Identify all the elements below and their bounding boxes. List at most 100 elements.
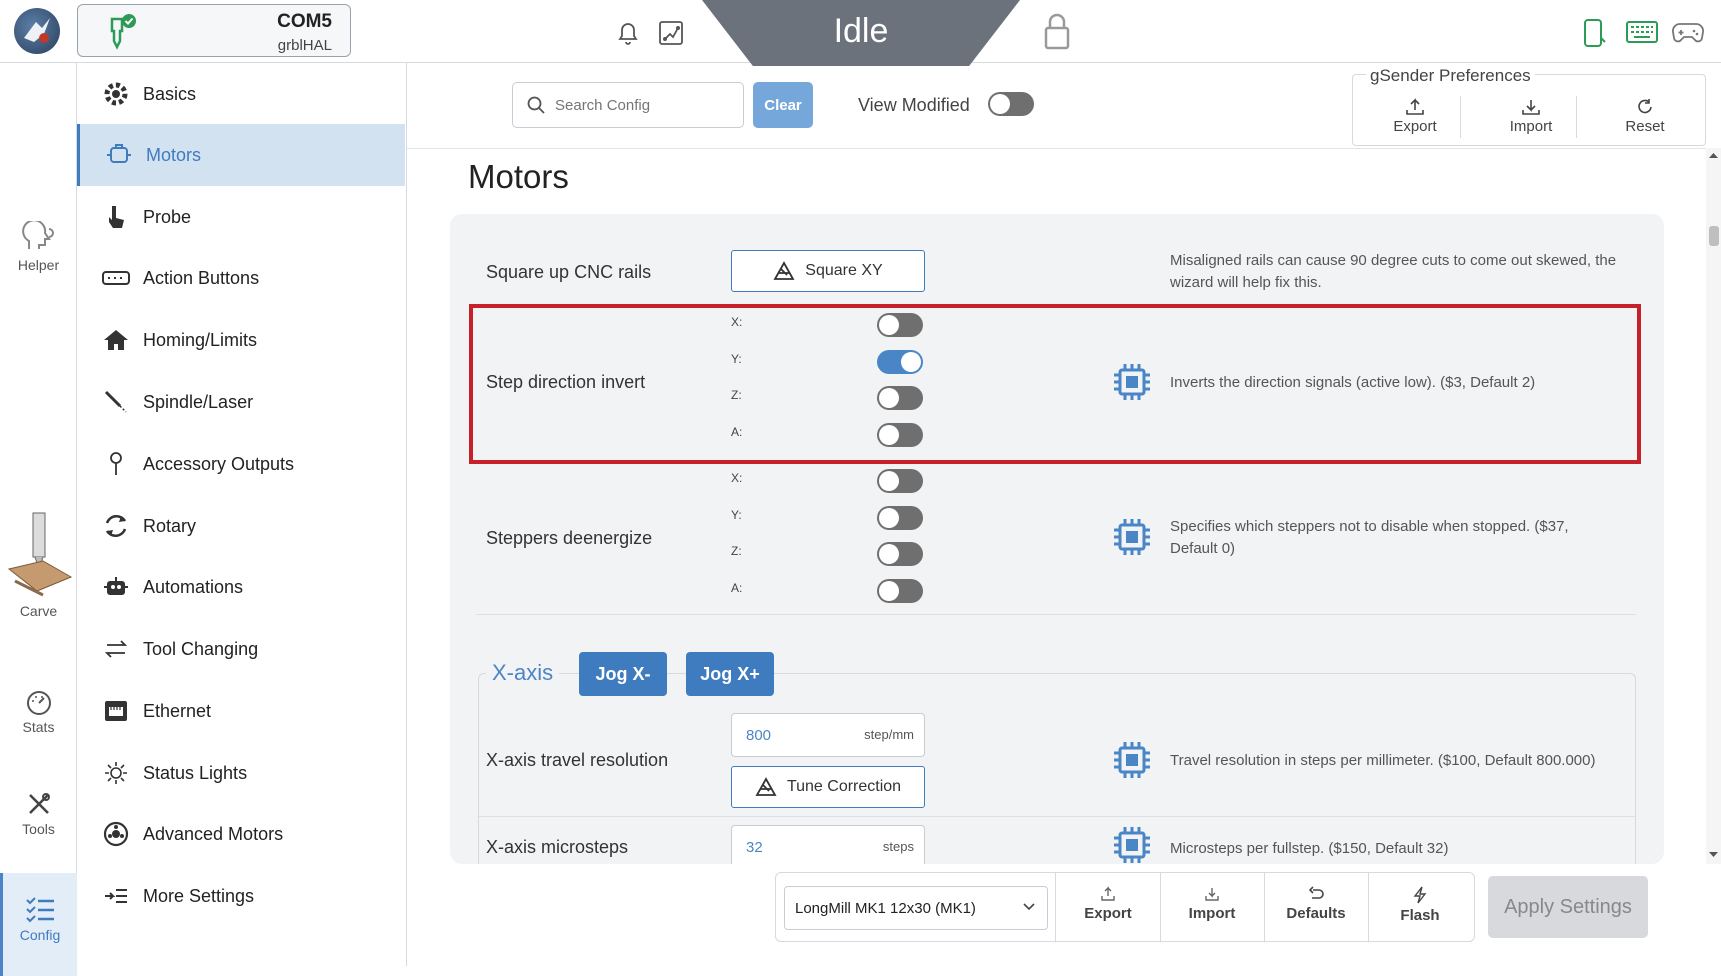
menu-item-label: Ethernet <box>143 700 212 721</box>
menu-item-label: Basics <box>143 83 197 104</box>
menu-item-probe[interactable]: Probe <box>77 186 405 248</box>
scrollbar-thumb[interactable] <box>1709 226 1719 246</box>
search-config-field[interactable] <box>512 82 744 128</box>
jog-x-minus-button[interactable]: Jog X- <box>579 652 667 696</box>
menu-item-spindle[interactable]: Spindle/Laser <box>77 371 405 433</box>
home-icon <box>101 325 131 355</box>
flash-button[interactable]: Flash <box>1368 884 1472 936</box>
travel-resolution-description: Travel resolution in steps per millimete… <box>1170 752 1596 769</box>
lock-icon[interactable] <box>1043 12 1071 50</box>
rail-carve-label: Carve <box>19 603 58 619</box>
tools-icon <box>28 793 50 814</box>
step-invert-y-toggle[interactable] <box>877 350 923 374</box>
microsteps-input[interactable]: 32 steps <box>731 825 925 865</box>
machine-status: Idle <box>833 12 889 50</box>
search-input[interactable] <box>555 96 735 114</box>
config-list-icon <box>26 897 54 923</box>
square-xy-label: Square XY <box>805 262 883 279</box>
menu-item-basics[interactable]: Basics <box>77 63 405 125</box>
menu-item-more-settings[interactable]: More Settings <box>77 865 405 927</box>
rail-stats[interactable]: Stats <box>0 689 77 735</box>
menu-item-rotary[interactable]: Rotary <box>77 495 405 557</box>
tune-correction-button[interactable]: Tune Correction <box>731 766 925 808</box>
import-button[interactable]: Import <box>1160 884 1264 936</box>
square-desc-line: wizard will help fix this. <box>1170 274 1322 291</box>
menu-item-label: Spindle/Laser <box>143 391 254 412</box>
prefs-export-button[interactable]: Export <box>1370 98 1460 135</box>
app-logo[interactable] <box>14 8 60 54</box>
step-invert-a-toggle[interactable] <box>877 423 923 447</box>
clear-button[interactable]: Clear <box>753 82 813 128</box>
connection-port: COM5 <box>277 11 332 32</box>
accessory-icon <box>101 449 131 479</box>
connection-button[interactable]: COM5 grblHAL <box>77 4 351 57</box>
bell-icon[interactable] <box>616 20 640 46</box>
rail-config[interactable]: Config <box>0 873 77 976</box>
view-modified-toggle[interactable] <box>988 92 1034 116</box>
undo-icon <box>1308 886 1324 899</box>
menu-item-automations[interactable]: Automations <box>77 556 405 618</box>
rail-carve[interactable]: Carve <box>0 511 77 619</box>
config-menu: Basics Motors Probe Action Buttons Homin… <box>77 63 407 966</box>
rail-helper-label: Helper <box>17 257 60 273</box>
menu-item-tool-changing[interactable]: Tool Changing <box>77 618 405 680</box>
axis-label: Z: <box>731 544 742 558</box>
top-bar: COM5 grblHAL Idle <box>0 0 1721 66</box>
defaults-button[interactable]: Defaults <box>1264 884 1368 936</box>
export-button[interactable]: Export <box>1056 884 1160 936</box>
scroll-up-icon[interactable] <box>1709 152 1718 159</box>
deenergize-x-toggle[interactable] <box>877 469 923 493</box>
machine-profile-select[interactable]: LongMill MK1 12x30 (MK1) <box>784 886 1048 930</box>
menu-item-motors[interactable]: Motors <box>77 124 405 186</box>
menu-item-status-lights[interactable]: Status Lights <box>77 742 405 804</box>
prefs-import-button[interactable]: Import <box>1486 98 1576 135</box>
keyboard-icon[interactable] <box>1626 20 1658 44</box>
chevron-down-icon <box>1023 903 1035 911</box>
export-label: Export <box>1084 905 1132 922</box>
menu-item-label: Accessory Outputs <box>143 453 295 474</box>
chip-icon <box>1114 364 1150 400</box>
deenergize-label: Steppers deenergize <box>486 528 653 548</box>
deenergize-y-toggle[interactable] <box>877 506 923 530</box>
jog-x-plus-button[interactable]: Jog X+ <box>686 652 774 696</box>
gear-icon <box>101 79 131 109</box>
square-xy-button[interactable]: Square XY <box>731 250 925 292</box>
step-invert-x-toggle[interactable] <box>877 313 923 337</box>
machine-profile-value: LongMill MK1 12x30 (MK1) <box>795 899 976 917</box>
prefs-reset-button[interactable]: Reset <box>1600 98 1690 135</box>
scroll-down-icon[interactable] <box>1709 851 1718 858</box>
step-invert-z-toggle[interactable] <box>877 386 923 410</box>
probe-icon <box>101 202 131 232</box>
page-title: Motors <box>468 158 569 195</box>
prefs-reset-label: Reset <box>1625 118 1665 135</box>
phone-icon[interactable] <box>1581 18 1607 48</box>
download-icon <box>1205 888 1219 901</box>
menu-item-advanced-motors[interactable]: Advanced Motors <box>77 803 405 865</box>
robot-icon <box>101 572 131 602</box>
circuit-icon[interactable] <box>658 20 684 46</box>
menu-item-ethernet[interactable]: Ethernet <box>77 680 405 742</box>
rail-helper[interactable]: Helper <box>0 221 77 273</box>
square-rails-description: Misaligned rails can cause 90 degree cut… <box>1170 250 1616 294</box>
rail-tools[interactable]: Tools <box>0 791 77 837</box>
menu-item-homing[interactable]: Homing/Limits <box>77 309 405 371</box>
upload-icon <box>1101 886 1115 901</box>
section-divider <box>476 614 1636 615</box>
deenergize-z-toggle[interactable] <box>877 542 923 566</box>
chip-icon <box>1114 519 1150 555</box>
apply-settings-button[interactable]: Apply Settings <box>1488 876 1648 938</box>
download-icon <box>1522 100 1540 115</box>
menu-item-action-buttons[interactable]: Action Buttons <box>77 247 405 309</box>
prefs-export-label: Export <box>1393 118 1437 135</box>
light-icon <box>101 758 131 788</box>
defaults-label: Defaults <box>1286 905 1346 922</box>
scrollbar[interactable] <box>1706 148 1721 864</box>
content-divider <box>407 148 1707 149</box>
menu-item-label: More Settings <box>143 885 255 906</box>
menu-item-accessory-outputs[interactable]: Accessory Outputs <box>77 433 405 495</box>
gamepad-icon[interactable] <box>1672 20 1704 44</box>
search-icon <box>527 96 545 114</box>
travel-resolution-input[interactable]: 800 step/mm <box>731 713 925 757</box>
x-axis-section <box>478 673 1636 873</box>
deenergize-a-toggle[interactable] <box>877 579 923 603</box>
